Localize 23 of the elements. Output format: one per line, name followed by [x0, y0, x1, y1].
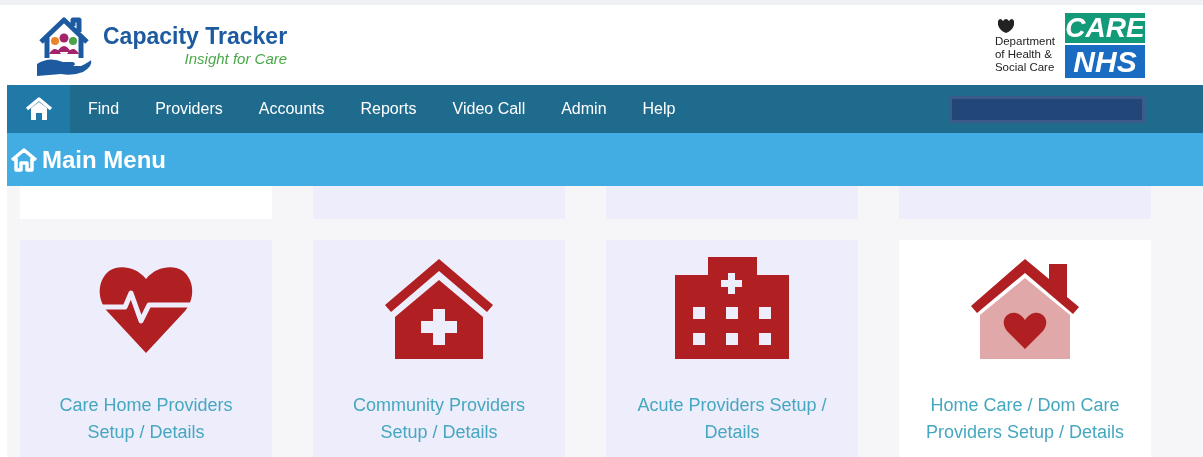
nav-link[interactable]: Reports: [342, 85, 435, 133]
menu-card[interactable]: [899, 186, 1151, 219]
search-field[interactable]: [949, 95, 1145, 123]
nav-link[interactable]: Accounts: [240, 85, 343, 133]
home-icon: [10, 147, 38, 172]
nhs-badge: NHS: [1065, 44, 1145, 78]
nav-link[interactable]: Help: [624, 85, 694, 133]
department-name: Department of Health & Social Care: [994, 34, 1055, 74]
hospital-icon: [675, 256, 789, 359]
brand-title: Capacity Tracker: [103, 24, 288, 48]
nav-link[interactable]: Video Call: [434, 85, 544, 133]
menu-card[interactable]: [606, 186, 858, 219]
menu-card[interactable]: [20, 186, 272, 219]
nav-link[interactable]: Admin: [543, 85, 625, 133]
home-icon: [23, 97, 54, 121]
nav-link[interactable]: Providers: [137, 85, 241, 133]
care-badge: CARE: [1065, 12, 1145, 43]
logo-icon: [35, 14, 93, 76]
page-title: Main Menu: [42, 144, 166, 175]
brand-tagline: Insight for Care: [184, 50, 288, 66]
menu-card[interactable]: [313, 186, 565, 219]
home-button[interactable]: [7, 85, 70, 133]
nav-link[interactable]: Find: [70, 85, 138, 133]
